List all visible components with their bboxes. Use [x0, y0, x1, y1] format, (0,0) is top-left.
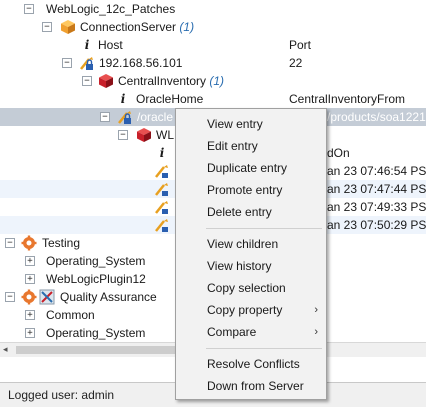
port-value: 22: [289, 56, 303, 70]
menu-item-promote-entry[interactable]: Promote entry: [176, 179, 326, 201]
context-menu[interactable]: View entry Edit entry Duplicate entry Pr…: [175, 108, 327, 400]
submenu-arrow-icon: ›: [314, 326, 318, 338]
host-lock-icon: [118, 111, 131, 124]
node-label: ConnectionServer: [80, 20, 177, 34]
host-lock-icon: [80, 57, 93, 70]
menu-item-duplicate-entry[interactable]: Duplicate entry: [176, 157, 326, 179]
tree-node-weblogic-patches[interactable]: − WebLogic_12c_Patches: [0, 0, 426, 18]
child-count: (1): [179, 20, 195, 34]
host-header: Host: [98, 38, 123, 52]
info-i-icon: i: [120, 92, 126, 106]
collapse-toggle[interactable]: −: [5, 292, 15, 302]
tree-node-host[interactable]: − 192.168.56.101 22: [0, 54, 426, 72]
patch-timestamp: an 23 07:49:33 PST 20: [327, 200, 426, 214]
collapse-toggle[interactable]: −: [100, 112, 110, 122]
tree-node-central-inventory[interactable]: − CentralInventory (1): [0, 72, 426, 90]
property-header-row: i Host Port: [0, 36, 426, 54]
scrollbar-thumb[interactable]: [16, 346, 176, 354]
expand-toggle[interactable]: +: [25, 274, 35, 284]
logged-user-text: Logged user: admin: [8, 388, 115, 402]
node-label: WebLogic_12c_Patches: [46, 2, 176, 16]
scroll-left-arrow[interactable]: ◂: [3, 344, 8, 355]
red-cube-icon: [99, 74, 113, 88]
host-value: 192.168.56.101: [99, 56, 183, 70]
node-label: CentralInventory: [118, 74, 207, 88]
menu-item-view-entry[interactable]: View entry: [176, 113, 326, 135]
info-i-icon: i: [84, 38, 90, 52]
collapse-toggle[interactable]: −: [42, 22, 52, 32]
property-key: OracleHome: [136, 92, 204, 106]
node-label: WebLogicPlugin12: [46, 272, 146, 286]
expand-toggle[interactable]: +: [25, 310, 35, 320]
expand-toggle[interactable]: +: [25, 328, 35, 338]
key-icon: [155, 201, 168, 214]
collapse-toggle[interactable]: −: [118, 130, 128, 140]
property-row-oraclehome: i OracleHome CentralInventoryFrom: [0, 90, 426, 108]
tree-node-connection-server[interactable]: − ConnectionServer (1): [0, 18, 426, 36]
key-icon: [155, 183, 168, 196]
info-i-icon: i: [159, 146, 165, 160]
patch-timestamp: an 23 07:47:44 PST 20: [327, 182, 426, 196]
collapse-toggle[interactable]: −: [62, 58, 72, 68]
menu-item-down-from-server[interactable]: Down from Server: [176, 375, 326, 397]
menu-item-copy-property[interactable]: Copy property ›: [176, 299, 326, 321]
key-icon: [155, 219, 168, 232]
server-cube-icon: [61, 20, 75, 34]
red-cube-icon: [137, 128, 151, 142]
node-label: Testing: [42, 236, 81, 250]
collapse-toggle[interactable]: −: [24, 4, 34, 14]
menu-item-compare[interactable]: Compare ›: [176, 321, 326, 343]
submenu-arrow-icon: ›: [314, 304, 318, 316]
node-label: Operating_System: [46, 326, 146, 340]
path-label-right: /products/soa1221: [327, 110, 426, 124]
expand-toggle[interactable]: +: [25, 256, 35, 266]
key-icon: [155, 165, 168, 178]
path-label-left: /oracle: [137, 110, 174, 124]
menu-separator: [206, 228, 322, 229]
property-value: CentralInventoryFrom: [289, 92, 406, 106]
menu-item-view-history[interactable]: View history: [176, 255, 326, 277]
patch-timestamp: an 23 07:50:29 PST 20: [327, 218, 426, 232]
collapse-toggle[interactable]: −: [5, 238, 15, 248]
loaded-on-header: dOn: [327, 146, 350, 160]
menu-item-resolve-conflicts[interactable]: Resolve Conflicts: [176, 353, 326, 375]
node-label: Quality Assurance: [60, 290, 157, 304]
gear-icon: [21, 235, 37, 251]
collapse-toggle[interactable]: −: [82, 76, 92, 86]
node-label: Operating_System: [46, 254, 146, 268]
menu-item-copy-selection[interactable]: Copy selection: [176, 277, 326, 299]
child-count: (1): [209, 74, 225, 88]
qa-tools-icon: [39, 289, 55, 305]
menu-item-view-children[interactable]: View children: [176, 233, 326, 255]
patch-timestamp: an 23 07:46:54 PST 20: [327, 164, 426, 178]
gear-icon: [21, 289, 37, 305]
menu-item-edit-entry[interactable]: Edit entry: [176, 135, 326, 157]
menu-separator: [206, 348, 322, 349]
node-label: Common: [46, 308, 95, 322]
menu-item-delete-entry[interactable]: Delete entry: [176, 201, 326, 223]
port-header: Port: [289, 38, 312, 52]
node-label: WL: [156, 128, 174, 142]
